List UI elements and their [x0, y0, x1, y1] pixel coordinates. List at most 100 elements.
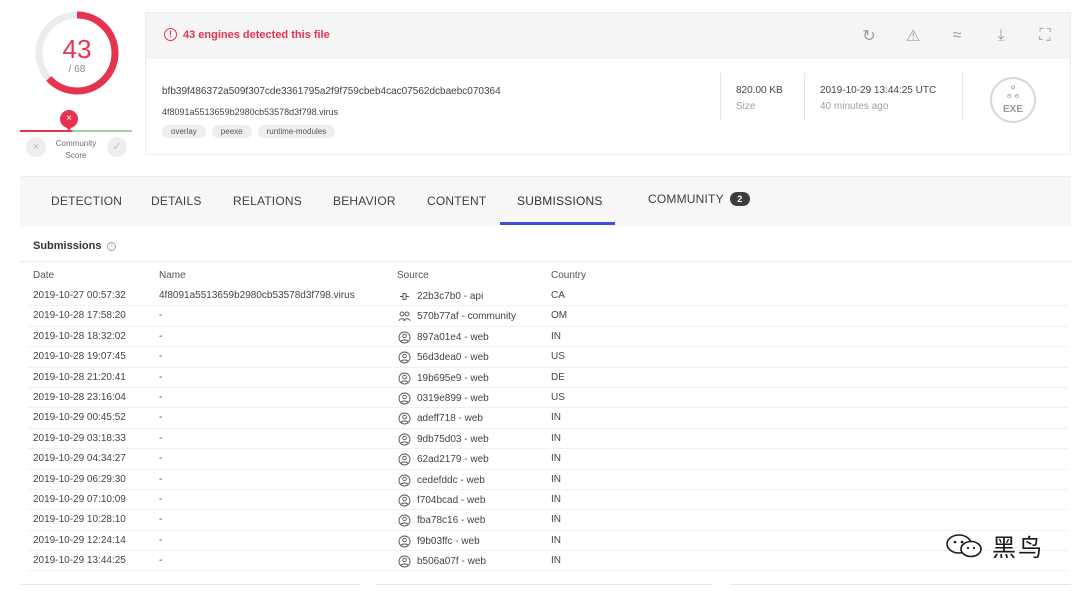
cell-date: 2019-10-28 18:32:02 [33, 330, 126, 342]
tag-peexe[interactable]: peexe [211, 125, 252, 138]
source-label: 9db75d03 - web [417, 433, 489, 445]
expand-icon[interactable]: ⛶ [1034, 25, 1056, 47]
web-user-icon [398, 433, 411, 446]
exe-file-type-icon: ஃ EXE [990, 77, 1036, 123]
table-row: 2019-10-28 18:32:02 - 897a01e4 - web IN [28, 327, 1068, 348]
cell-date: 2019-10-29 13:44:25 [33, 555, 126, 567]
cell-source[interactable]: fba78c16 - web [398, 514, 485, 527]
tab-bar: DETECTION DETAILS RELATIONS BEHAVIOR CON… [20, 176, 1071, 226]
wechat-icon [946, 533, 982, 557]
cell-source[interactable]: 9db75d03 - web [398, 433, 489, 446]
graph-icon[interactable]: ≈ [946, 25, 968, 47]
file-size-label: Size [736, 101, 756, 112]
cell-source[interactable]: cedefddc - web [398, 474, 485, 487]
divider [720, 73, 721, 121]
reanalyze-icon[interactable]: ↻ [858, 25, 880, 47]
score-detected: 43 [62, 34, 92, 64]
cell-source[interactable]: b506a07f - web [398, 555, 486, 568]
tab-submissions[interactable]: SUBMISSIONS [517, 194, 603, 208]
tab-behavior[interactable]: BEHAVIOR [333, 194, 396, 208]
watermark: 黑鸟 [944, 528, 1044, 563]
tab-content[interactable]: CONTENT [427, 194, 486, 208]
tab-relations[interactable]: RELATIONS [233, 194, 302, 208]
community-like-button[interactable]: ✓ [107, 137, 127, 157]
cell-date: 2019-10-29 10:28:10 [33, 514, 126, 526]
source-label: b506a07f - web [417, 556, 486, 568]
cell-country: IN [551, 493, 561, 505]
tag-overlay[interactable]: overlay [162, 125, 206, 138]
web-user-icon [398, 535, 411, 548]
info-icon[interactable]: i [107, 241, 117, 251]
file-hash[interactable]: bfb39f486372a509f307cde3361795a2f9f759cb… [162, 86, 501, 97]
community-dislike-button[interactable]: × [26, 137, 46, 157]
community-label-line2: Score [65, 151, 87, 160]
exe-glyph: ஃ [1006, 85, 1020, 102]
cell-name: - [159, 493, 163, 505]
download-icon[interactable]: ⤓ [990, 25, 1012, 47]
cell-name: - [159, 555, 163, 567]
alert-icon: ! [164, 28, 177, 41]
tag-runtime-modules[interactable]: runtime-modules [257, 125, 336, 138]
cell-country: CA [551, 290, 565, 301]
cell-source[interactable]: f9b03ffc - web [398, 535, 480, 548]
submissions-table: 2019-10-27 00:57:32 4f8091a5513659b2980cb… [28, 286, 1068, 572]
table-row: 2019-10-29 03:18:33 - 9db75d03 - web IN [28, 429, 1068, 450]
cell-source[interactable]: 570b77af - community [398, 310, 516, 323]
community-count-badge: 2 [729, 192, 750, 206]
cell-date: 2019-10-28 21:20:41 [33, 371, 126, 383]
source-label: cedefddc - web [417, 474, 485, 486]
cell-country: OM [551, 310, 568, 322]
cell-name: - [159, 371, 163, 383]
file-tags: overlay peexe runtime-modules [162, 125, 336, 138]
cell-source[interactable]: 897a01e4 - web [398, 331, 489, 344]
cell-name: - [159, 453, 163, 465]
cell-country: US [551, 391, 565, 403]
divider [20, 584, 360, 585]
divider [804, 73, 805, 121]
cell-name: - [159, 412, 163, 424]
cell-country: DE [551, 371, 565, 383]
web-user-icon [398, 331, 411, 344]
cell-date: 2019-10-29 00:45:52 [33, 412, 126, 424]
cell-source[interactable]: adeff718 - web [398, 412, 483, 425]
divider [20, 261, 1071, 262]
web-user-icon [398, 392, 411, 405]
api-icon [400, 293, 409, 300]
source-label: fba78c16 - web [417, 515, 486, 527]
exe-label: EXE [1002, 104, 1023, 115]
table-row: 2019-10-29 10:28:10 - fba78c16 - web IN [28, 510, 1068, 531]
cell-date: 2019-10-29 06:29:30 [33, 473, 126, 485]
cell-name: - [159, 330, 163, 342]
cell-country: IN [551, 473, 561, 485]
cell-date: 2019-10-27 00:57:32 [33, 290, 126, 301]
submissions-heading: Submissions i [33, 240, 117, 252]
cell-source[interactable]: f704bcad - web [398, 494, 485, 507]
score-total: / 68 [68, 64, 86, 75]
table-row: 2019-10-29 12:24:14 - f9b03ffc - web IN [28, 531, 1068, 552]
table-row: 2019-10-28 23:16:04 - 0319e899 - web US [28, 388, 1068, 409]
tab-details[interactable]: DETAILS [151, 194, 202, 208]
similar-icon[interactable]: ⚠ [902, 25, 924, 47]
cell-name: - [159, 473, 163, 485]
cell-country: IN [551, 432, 561, 444]
cell-name: 4f8091a5513659b2980cb53578d3f798.virus [159, 290, 355, 301]
tab-community-label: COMMUNITY [648, 192, 724, 206]
cell-source[interactable]: 56d3dea0 - web [398, 351, 489, 364]
tab-community[interactable]: COMMUNITY 2 [648, 192, 750, 206]
table-row: 2019-10-28 19:07:45 - 56d3dea0 - web US [28, 347, 1068, 368]
community-icon [398, 311, 411, 322]
cell-source[interactable]: 62ad2179 - web [398, 453, 489, 466]
cell-source[interactable]: 22b3c7b0 - api [398, 290, 483, 303]
source-label: 0319e899 - web [417, 392, 489, 404]
source-label: 62ad2179 - web [417, 454, 489, 466]
cell-name: - [159, 391, 163, 403]
detection-score: 43 / 68 × × Community Score ✓ [20, 8, 132, 163]
tab-detection[interactable]: DETECTION [51, 194, 122, 208]
table-row: 2019-10-29 04:34:27 - 62ad2179 - web IN [28, 449, 1068, 470]
divider [962, 73, 963, 121]
active-tab-indicator [500, 222, 615, 225]
cell-source[interactable]: 19b695e9 - web [398, 372, 489, 385]
cell-name: - [159, 514, 163, 526]
cell-date: 2019-10-29 12:24:14 [33, 534, 126, 546]
cell-source[interactable]: 0319e899 - web [398, 392, 489, 405]
